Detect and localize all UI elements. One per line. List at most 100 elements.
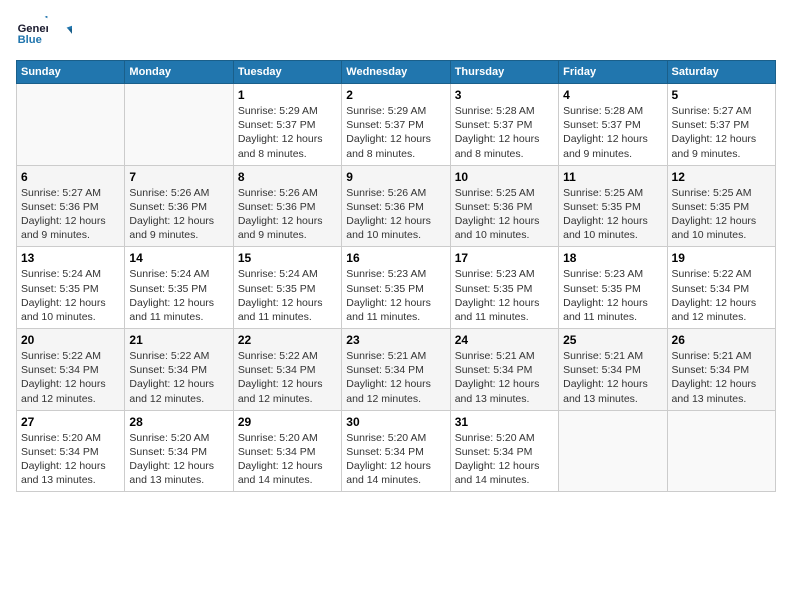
day-info: Sunrise: 5:23 AM Sunset: 5:35 PM Dayligh… — [563, 267, 662, 324]
calendar-week-3: 13 Sunrise: 5:24 AM Sunset: 5:35 PM Dayli… — [17, 247, 776, 329]
day-number: 21 — [129, 333, 228, 347]
calendar-cell: 7 Sunrise: 5:26 AM Sunset: 5:36 PM Daylig… — [125, 165, 233, 247]
day-number: 1 — [238, 88, 337, 102]
day-info: Sunrise: 5:29 AM Sunset: 5:37 PM Dayligh… — [238, 104, 337, 161]
calendar-cell: 11 Sunrise: 5:25 AM Sunset: 5:35 PM Dayli… — [559, 165, 667, 247]
calendar-cell: 21Sunrise: 5:22 AM Sunset: 5:34 PM Dayli… — [125, 329, 233, 411]
day-number: 10 — [455, 170, 554, 184]
calendar-cell: 1 Sunrise: 5:29 AM Sunset: 5:37 PM Daylig… — [233, 84, 341, 166]
calendar-cell: 18 Sunrise: 5:23 AM Sunset: 5:35 PM Dayli… — [559, 247, 667, 329]
day-number: 22 — [238, 333, 337, 347]
calendar-cell: 19 Sunrise: 5:22 AM Sunset: 5:34 PM Dayli… — [667, 247, 775, 329]
column-header-saturday: Saturday — [667, 61, 775, 84]
calendar-week-5: 27Sunrise: 5:20 AM Sunset: 5:34 PM Dayli… — [17, 410, 776, 492]
day-number: 15 — [238, 251, 337, 265]
day-number: 31 — [455, 415, 554, 429]
calendar-cell: 10 Sunrise: 5:25 AM Sunset: 5:36 PM Dayli… — [450, 165, 558, 247]
calendar-cell: 31 Sunrise: 5:20 AM Sunset: 5:34 PM Dayli… — [450, 410, 558, 492]
column-header-monday: Monday — [125, 61, 233, 84]
logo-bird-icon — [54, 24, 72, 42]
calendar-cell: 12 Sunrise: 5:25 AM Sunset: 5:35 PM Dayli… — [667, 165, 775, 247]
day-number: 14 — [129, 251, 228, 265]
calendar-cell: 9Sunrise: 5:26 AM Sunset: 5:36 PM Daylig… — [342, 165, 450, 247]
calendar-cell: 29Sunrise: 5:20 AM Sunset: 5:34 PM Dayli… — [233, 410, 341, 492]
calendar-cell: 17 Sunrise: 5:23 AM Sunset: 5:35 PM Dayli… — [450, 247, 558, 329]
calendar-cell: 8 Sunrise: 5:26 AM Sunset: 5:36 PM Daylig… — [233, 165, 341, 247]
day-info: Sunrise: 5:21 AM Sunset: 5:34 PM Dayligh… — [672, 349, 771, 406]
calendar-body: 1 Sunrise: 5:29 AM Sunset: 5:37 PM Daylig… — [17, 84, 776, 492]
day-info: Sunrise: 5:20 AM Sunset: 5:34 PM Dayligh… — [346, 431, 445, 488]
calendar-table: SundayMondayTuesdayWednesdayThursdayFrid… — [16, 60, 776, 492]
column-header-thursday: Thursday — [450, 61, 558, 84]
day-info: Sunrise: 5:22 AM Sunset: 5:34 PM Dayligh… — [21, 349, 120, 406]
calendar-cell: 15 Sunrise: 5:24 AM Sunset: 5:35 PM Dayli… — [233, 247, 341, 329]
column-header-friday: Friday — [559, 61, 667, 84]
day-info: Sunrise: 5:20 AM Sunset: 5:34 PM Dayligh… — [129, 431, 228, 488]
day-info: Sunrise: 5:22 AM Sunset: 5:34 PM Dayligh… — [672, 267, 771, 324]
day-number: 30 — [346, 415, 445, 429]
day-info: Sunrise: 5:20 AM Sunset: 5:34 PM Dayligh… — [455, 431, 554, 488]
day-number: 25 — [563, 333, 662, 347]
day-number: 17 — [455, 251, 554, 265]
day-number: 2 — [346, 88, 445, 102]
day-number: 26 — [672, 333, 771, 347]
day-info: Sunrise: 5:20 AM Sunset: 5:34 PM Dayligh… — [21, 431, 120, 488]
day-number: 13 — [21, 251, 120, 265]
calendar-cell: 14Sunrise: 5:24 AM Sunset: 5:35 PM Dayli… — [125, 247, 233, 329]
day-info: Sunrise: 5:26 AM Sunset: 5:36 PM Dayligh… — [129, 186, 228, 243]
day-info: Sunrise: 5:28 AM Sunset: 5:37 PM Dayligh… — [455, 104, 554, 161]
calendar-header-row: SundayMondayTuesdayWednesdayThursdayFrid… — [17, 61, 776, 84]
calendar-cell — [667, 410, 775, 492]
day-info: Sunrise: 5:26 AM Sunset: 5:36 PM Dayligh… — [346, 186, 445, 243]
day-number: 6 — [21, 170, 120, 184]
day-info: Sunrise: 5:23 AM Sunset: 5:35 PM Dayligh… — [455, 267, 554, 324]
calendar-cell: 4Sunrise: 5:28 AM Sunset: 5:37 PM Daylig… — [559, 84, 667, 166]
calendar-cell: 25 Sunrise: 5:21 AM Sunset: 5:34 PM Dayli… — [559, 329, 667, 411]
day-number: 29 — [238, 415, 337, 429]
day-info: Sunrise: 5:21 AM Sunset: 5:34 PM Dayligh… — [563, 349, 662, 406]
calendar-cell: 22Sunrise: 5:22 AM Sunset: 5:34 PM Dayli… — [233, 329, 341, 411]
calendar-cell: 20 Sunrise: 5:22 AM Sunset: 5:34 PM Dayli… — [17, 329, 125, 411]
calendar-cell: 2 Sunrise: 5:29 AM Sunset: 5:37 PM Daylig… — [342, 84, 450, 166]
day-number: 11 — [563, 170, 662, 184]
calendar-week-1: 1 Sunrise: 5:29 AM Sunset: 5:37 PM Daylig… — [17, 84, 776, 166]
day-number: 7 — [129, 170, 228, 184]
day-info: Sunrise: 5:25 AM Sunset: 5:36 PM Dayligh… — [455, 186, 554, 243]
day-info: Sunrise: 5:29 AM Sunset: 5:37 PM Dayligh… — [346, 104, 445, 161]
calendar-cell — [559, 410, 667, 492]
day-number: 18 — [563, 251, 662, 265]
calendar-cell — [125, 84, 233, 166]
page-header: General Blue — [16, 16, 776, 48]
calendar-cell: 16 Sunrise: 5:23 AM Sunset: 5:35 PM Dayli… — [342, 247, 450, 329]
calendar-week-4: 20 Sunrise: 5:22 AM Sunset: 5:34 PM Dayli… — [17, 329, 776, 411]
day-info: Sunrise: 5:25 AM Sunset: 5:35 PM Dayligh… — [672, 186, 771, 243]
logo-icon: General Blue — [16, 16, 48, 48]
calendar-cell: 27Sunrise: 5:20 AM Sunset: 5:34 PM Dayli… — [17, 410, 125, 492]
day-number: 23 — [346, 333, 445, 347]
calendar-week-2: 6Sunrise: 5:27 AM Sunset: 5:36 PM Daylig… — [17, 165, 776, 247]
day-info: Sunrise: 5:21 AM Sunset: 5:34 PM Dayligh… — [455, 349, 554, 406]
logo: General Blue — [16, 16, 72, 48]
day-info: Sunrise: 5:21 AM Sunset: 5:34 PM Dayligh… — [346, 349, 445, 406]
day-info: Sunrise: 5:25 AM Sunset: 5:35 PM Dayligh… — [563, 186, 662, 243]
day-number: 16 — [346, 251, 445, 265]
calendar-cell: 23 Sunrise: 5:21 AM Sunset: 5:34 PM Dayli… — [342, 329, 450, 411]
calendar-cell: 24Sunrise: 5:21 AM Sunset: 5:34 PM Dayli… — [450, 329, 558, 411]
column-header-tuesday: Tuesday — [233, 61, 341, 84]
calendar-cell — [17, 84, 125, 166]
day-info: Sunrise: 5:23 AM Sunset: 5:35 PM Dayligh… — [346, 267, 445, 324]
day-number: 12 — [672, 170, 771, 184]
column-header-wednesday: Wednesday — [342, 61, 450, 84]
day-number: 20 — [21, 333, 120, 347]
calendar-cell: 13 Sunrise: 5:24 AM Sunset: 5:35 PM Dayli… — [17, 247, 125, 329]
day-info: Sunrise: 5:24 AM Sunset: 5:35 PM Dayligh… — [21, 267, 120, 324]
calendar-cell: 30 Sunrise: 5:20 AM Sunset: 5:34 PM Dayli… — [342, 410, 450, 492]
day-info: Sunrise: 5:24 AM Sunset: 5:35 PM Dayligh… — [238, 267, 337, 324]
calendar-cell: 6Sunrise: 5:27 AM Sunset: 5:36 PM Daylig… — [17, 165, 125, 247]
day-number: 8 — [238, 170, 337, 184]
day-number: 19 — [672, 251, 771, 265]
day-info: Sunrise: 5:27 AM Sunset: 5:37 PM Dayligh… — [672, 104, 771, 161]
column-header-sunday: Sunday — [17, 61, 125, 84]
day-number: 5 — [672, 88, 771, 102]
day-info: Sunrise: 5:26 AM Sunset: 5:36 PM Dayligh… — [238, 186, 337, 243]
